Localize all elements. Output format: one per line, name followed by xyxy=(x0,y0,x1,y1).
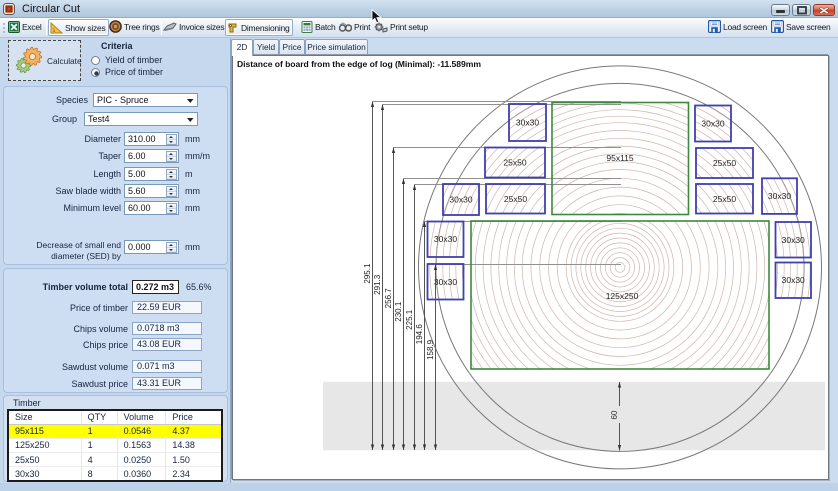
svg-text:25x50: 25x50 xyxy=(713,158,736,168)
svg-text:30x30: 30x30 xyxy=(449,195,472,205)
svg-text:125x250: 125x250 xyxy=(606,291,639,301)
svg-text:30x30: 30x30 xyxy=(701,119,724,129)
svg-text:30x30: 30x30 xyxy=(768,191,791,201)
svg-text:60: 60 xyxy=(610,410,619,419)
svg-text:230.1: 230.1 xyxy=(394,301,403,322)
svg-text:225.1: 225.1 xyxy=(405,309,414,330)
svg-text:295.1: 295.1 xyxy=(363,263,372,284)
svg-text:25x50: 25x50 xyxy=(713,194,736,204)
svg-text:256.7: 256.7 xyxy=(384,288,393,309)
svg-text:30x30: 30x30 xyxy=(782,275,805,285)
svg-text:30x30: 30x30 xyxy=(434,234,457,244)
svg-text:30x30: 30x30 xyxy=(434,277,457,287)
svg-text:30x30: 30x30 xyxy=(782,235,805,245)
svg-text:30x30: 30x30 xyxy=(516,118,539,128)
svg-text:194.6: 194.6 xyxy=(415,324,424,345)
svg-text:95x115: 95x115 xyxy=(606,153,634,163)
svg-text:25x50: 25x50 xyxy=(504,194,527,204)
svg-text:158.9: 158.9 xyxy=(426,339,435,360)
svg-text:291.3: 291.3 xyxy=(373,274,382,295)
svg-text:25x50: 25x50 xyxy=(503,158,526,168)
